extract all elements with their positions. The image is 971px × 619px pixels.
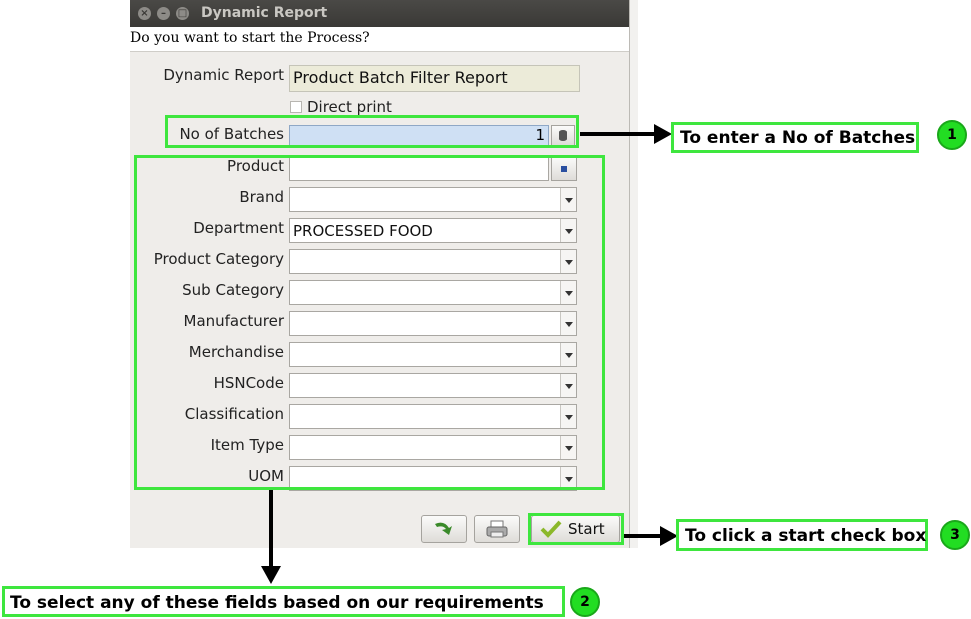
step-badge-1: 1: [937, 120, 967, 150]
step-badge-2: 2: [570, 587, 600, 617]
step-badge-3: 3: [940, 520, 970, 550]
callout-start: To click a start check box: [676, 519, 928, 551]
callout-fields: To select any of these fields based on o…: [2, 586, 565, 617]
callout-batches: To enter a No of Batches: [671, 122, 919, 153]
